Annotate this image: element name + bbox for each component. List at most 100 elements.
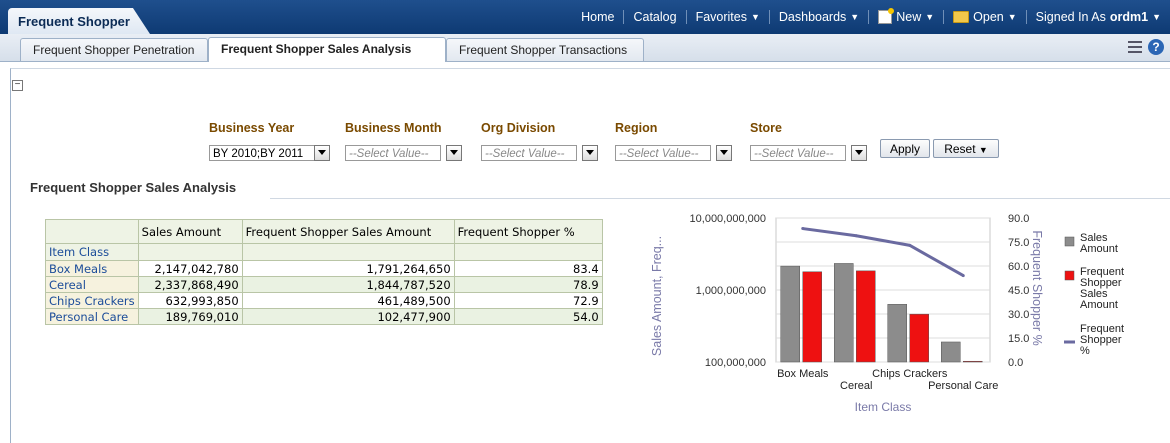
legend-label: Frequent Shopper Sales Amount [1080,266,1124,311]
y2-tick-label: 75.0 [1008,237,1029,249]
combo-chart: 10,000,000,000 1,000,000,000 100,000,000 90… [650,213,1124,414]
bar [834,263,854,363]
nav-open[interactable]: Open ▼ [943,10,1026,24]
nav-home[interactable]: Home [572,10,623,24]
dropdown-arrow-icon[interactable] [582,145,598,161]
item-class-link[interactable]: Box Meals [45,260,139,277]
app-title-tab[interactable]: Frequent Shopper [8,8,150,34]
y2-tick-label: 0.0 [1008,357,1023,369]
region-select[interactable]: --Select Value-- [615,145,711,161]
item-class-link[interactable]: Cereal [45,276,139,293]
prompt-region: Region --Select Value-- [615,121,732,161]
dropdown-arrow-icon[interactable] [446,145,462,161]
bar [802,271,822,363]
global-nav: Home Catalog Favorites ▼ Dashboards ▼ New ▼… [572,0,1170,34]
chevron-down-icon: ▼ [978,145,988,155]
item-class-link[interactable]: Chips Crackers [45,292,139,309]
nav-new[interactable]: New ▼ [868,8,943,24]
fs-sales-amount-cell: 1,791,264,650 [241,260,455,277]
sales-amount-cell: 189,769,010 [137,308,243,325]
y2-tick-label: 30.0 [1008,309,1029,321]
x-axis-title: Item Class [855,400,912,414]
row-header-label: Item Class [45,243,139,261]
empty-cell [453,243,603,261]
folder-icon [953,11,970,23]
line-point [854,234,858,238]
sales-amount-cell: 2,337,868,490 [137,276,243,293]
table-row-header-row: Item Class [45,243,603,261]
chevron-down-icon: ▼ [750,12,760,22]
legend-label: Frequent Shopper% [1080,323,1124,357]
dropdown-arrow-icon[interactable] [851,145,867,161]
reset-label: Reset [944,142,976,156]
fs-sales-amount-cell: 102,477,900 [241,308,455,325]
y2-tick-label: 45.0 [1008,285,1029,297]
collapse-section-icon[interactable]: − [12,80,23,91]
bar [780,265,800,363]
business-month-select[interactable]: --Select Value-- [345,145,441,161]
y-tick-label: 100,000,000 [705,357,766,369]
apply-button[interactable]: Apply [880,139,930,158]
legend-swatch [1064,236,1075,247]
table-row: Chips Crackers 632,993,850 461,489,500 7… [45,292,603,309]
fs-pct-cell: 78.9 [453,276,603,293]
fs-sales-amount-cell: 461,489,500 [241,292,455,309]
new-document-icon [878,8,895,24]
top-bar: Frequent Shopper Home Catalog Favorites ▼… [0,0,1170,34]
reset-button[interactable]: Reset ▼ [933,139,999,158]
table-header-row: Sales Amount Frequent Shopper Sales Amou… [45,219,603,244]
prompt-label: Store [750,121,782,135]
x-tick-label: Chips Crackers [872,368,948,380]
nav-new-label: New [896,10,922,24]
table-row: Cereal 2,337,868,490 1,844,787,520 78.9 [45,276,603,293]
store-select[interactable]: --Select Value-- [750,145,846,161]
dropdown-arrow-icon[interactable] [716,145,732,161]
dashboard-page-tabs: Frequent Shopper Penetration Frequent Sh… [0,34,1170,62]
help-icon[interactable]: ? [1148,39,1164,55]
legend-label: Sales Amount [1080,232,1118,255]
business-year-select[interactable]: BY 2010;BY 2011 [209,145,315,161]
user-name: ordm1 [1109,10,1149,24]
page-options-icon[interactable] [1128,41,1142,53]
section-title: Frequent Shopper Sales Analysis [30,180,237,195]
fs-pct-cell: 54.0 [453,308,603,325]
line-point [961,274,965,278]
bar [856,270,876,363]
tab-frequent-shopper-transactions[interactable]: Frequent Shopper Transactions [446,38,644,61]
table-corner [45,219,139,244]
dropdown-arrow-icon[interactable] [314,145,330,161]
pivot-table: Sales Amount Frequent Shopper Sales Amou… [45,219,603,325]
prompt-org-division: Org Division --Select Value-- [481,121,598,161]
signed-in-label: Signed In As [1035,10,1106,24]
item-class-link[interactable]: Personal Care [45,308,139,325]
column-header: Sales Amount [137,219,243,244]
nav-catalog[interactable]: Catalog [623,10,685,24]
empty-cell [137,243,243,261]
prompt-business-year: Business Year BY 2010;BY 2011 [209,121,330,161]
nav-favorites[interactable]: Favorites ▼ [685,10,769,24]
line-point [908,243,912,247]
table-row: Personal Care 189,769,010 102,477,900 54… [45,308,603,325]
sales-amount-cell: 632,993,850 [137,292,243,309]
empty-cell [241,243,455,261]
chevron-down-icon: ▼ [1152,12,1161,22]
y-axis-title: Sales Amount, Freq... [650,236,664,356]
bar [909,313,929,363]
org-division-select[interactable]: --Select Value-- [481,145,577,161]
x-tick-label: Box Meals [777,368,829,380]
chevron-down-icon: ▼ [1007,12,1017,22]
section-divider [270,198,1170,199]
column-header: Frequent Shopper Sales Amount [241,219,455,244]
app-title: Frequent Shopper [18,14,130,29]
x-tick-label: Cereal [840,380,872,392]
nav-dashboards[interactable]: Dashboards ▼ [768,10,868,24]
nav-favorites-label: Favorites [695,10,747,24]
y-tick-label: 10,000,000,000 [690,213,766,225]
y2-tick-label: 90.0 [1008,213,1029,225]
signed-in-menu[interactable]: Signed In As ordm1 ▼ [1025,10,1170,24]
tab-frequent-shopper-penetration[interactable]: Frequent Shopper Penetration [20,38,208,61]
tab-frequent-shopper-sales-analysis[interactable]: Frequent Shopper Sales Analysis [208,37,446,62]
x-tick-label: Personal Care [928,380,998,392]
y2-tick-label: 60.0 [1008,261,1029,273]
sales-amount-cell: 2,147,042,780 [137,260,243,277]
